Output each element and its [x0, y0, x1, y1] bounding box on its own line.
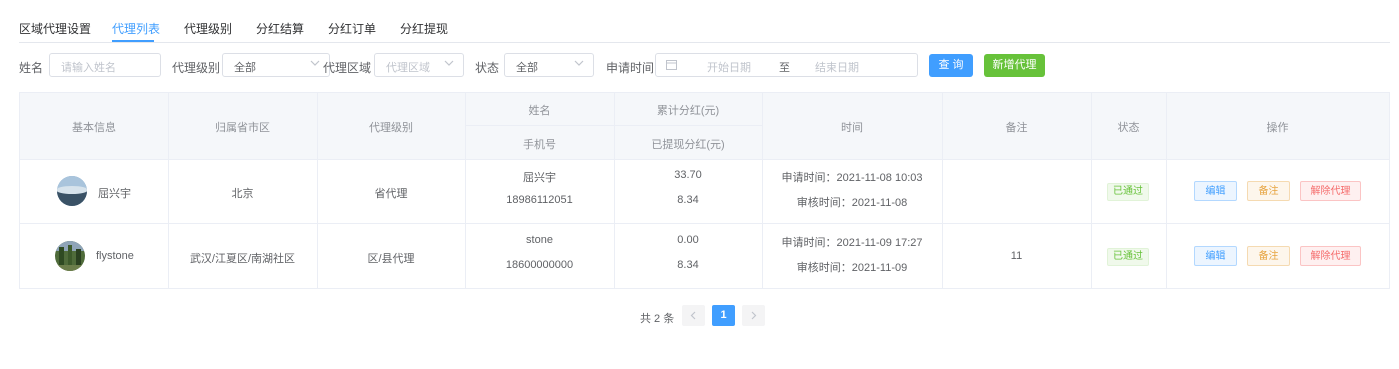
remark-button[interactable]: 备注 — [1247, 246, 1290, 266]
add-agent-button[interactable]: 新增代理 — [984, 54, 1045, 77]
agent-display-name: 屈兴宇 — [98, 188, 131, 200]
agent-total-dividend: 0.00 — [677, 234, 699, 246]
next-page-button[interactable] — [742, 305, 765, 326]
prev-page-button[interactable] — [682, 305, 705, 326]
agent-remark: 11 — [1010, 250, 1023, 262]
calendar-icon — [666, 60, 677, 70]
agent-phone: 18600000000 — [505, 259, 574, 271]
agent-phone: 18986112051 — [506, 194, 573, 206]
status-filter-label: 状态 — [475, 61, 500, 75]
agent-table: 基本信息 归属省市区 代理级别 姓名 手机号 累计分红(元) 已提现分红(元) … — [19, 92, 1390, 289]
chevron-right-icon — [751, 311, 757, 320]
level-select-value: 全部 — [234, 62, 256, 74]
remark-button[interactable]: 备注 — [1247, 181, 1290, 201]
avatar-image — [55, 241, 85, 271]
header-time: 时间 — [841, 122, 863, 134]
agent-withdrawn-dividend: 8.34 — [677, 259, 699, 271]
agent-display-name: flystone — [96, 250, 134, 262]
start-date-placeholder: 开始日期 — [707, 62, 751, 74]
apply-time-filter-label: 申请时间 — [606, 61, 655, 75]
header-status: 状态 — [1117, 122, 1140, 134]
name-input-placeholder: 请输入姓名 — [61, 62, 116, 74]
tab-agent-list[interactable]: 代理列表 — [112, 20, 160, 37]
tab-region-agent-settings[interactable]: 区域代理设置 — [19, 20, 91, 37]
remove-agent-button[interactable]: 解除代理 — [1300, 181, 1361, 201]
chevron-left-icon — [690, 311, 696, 320]
status-badge: 已通过 — [1107, 183, 1149, 201]
pagination-total: 共 2 条 — [640, 313, 675, 325]
tab-dividend-settlement[interactable]: 分红结算 — [256, 20, 304, 37]
agent-withdrawn-dividend: 8.34 — [677, 194, 699, 206]
header-province-city: 归属省市区 — [215, 122, 270, 134]
agent-region: 武汉/江夏区/南湖社区 — [189, 253, 296, 265]
date-range-separator: 至 — [779, 62, 790, 74]
status-select[interactable]: 全部 — [504, 53, 594, 77]
header-actions: 操作 — [1266, 122, 1289, 134]
header-remark: 备注 — [1005, 122, 1028, 134]
agent-review-time: 审核时间：2021-11-09 — [796, 262, 908, 274]
avatar — [57, 176, 87, 206]
header-name: 姓名 — [528, 105, 551, 117]
date-range-picker[interactable]: 开始日期 至 结束日期 — [655, 53, 918, 77]
tab-bar: 区域代理设置 代理列表 代理级别 分红结算 分红订单 分红提现 — [19, 0, 1390, 43]
tab-agent-level[interactable]: 代理级别 — [184, 20, 232, 37]
active-tab-indicator — [112, 40, 154, 42]
tab-dividend-orders[interactable]: 分红订单 — [328, 20, 376, 37]
avatar-image — [57, 176, 87, 206]
edit-button[interactable]: 编辑 — [1194, 181, 1237, 201]
tab-dividend-withdrawal[interactable]: 分红提现 — [400, 20, 448, 37]
agent-apply-time: 申请时间：2021-11-09 17:27 — [781, 237, 923, 249]
query-button[interactable]: 查 询 — [929, 54, 973, 77]
agent-level: 区/县代理 — [367, 253, 415, 265]
chevron-down-icon — [444, 60, 454, 66]
chevron-down-icon — [310, 60, 320, 66]
agent-total-dividend: 33.70 — [674, 169, 702, 181]
header-phone: 手机号 — [523, 139, 556, 151]
remove-agent-button[interactable]: 解除代理 — [1300, 246, 1361, 266]
agent-name: 屈兴宇 — [523, 172, 556, 184]
region-select-placeholder: 代理区域 — [386, 62, 430, 74]
region-filter-label: 代理区域 — [323, 61, 372, 75]
name-input[interactable]: 请输入姓名 — [49, 53, 161, 77]
region-select[interactable]: 代理区域 — [374, 53, 464, 77]
header-withdrawn-dividend: 已提现分红(元) — [651, 139, 725, 151]
name-filter-label: 姓名 — [19, 61, 44, 75]
agent-level: 省代理 — [374, 188, 408, 200]
agent-review-time: 审核时间：2021-11-08 — [796, 197, 908, 209]
level-filter-label: 代理级别 — [172, 61, 221, 75]
status-badge: 已通过 — [1107, 248, 1149, 266]
agent-region: 北京 — [231, 188, 254, 200]
chevron-down-icon — [574, 60, 584, 66]
header-total-dividend: 累计分红(元) — [656, 105, 720, 117]
level-select[interactable]: 全部 — [222, 53, 330, 77]
agent-name: stone — [526, 234, 553, 246]
avatar — [55, 241, 85, 271]
header-agent-level: 代理级别 — [369, 122, 413, 134]
page-number-button[interactable]: 1 — [712, 305, 735, 326]
header-basic-info: 基本信息 — [72, 122, 116, 134]
status-select-value: 全部 — [516, 62, 538, 74]
edit-button[interactable]: 编辑 — [1194, 246, 1237, 266]
agent-apply-time: 申请时间：2021-11-08 10:03 — [781, 172, 923, 184]
end-date-placeholder: 结束日期 — [815, 62, 859, 74]
